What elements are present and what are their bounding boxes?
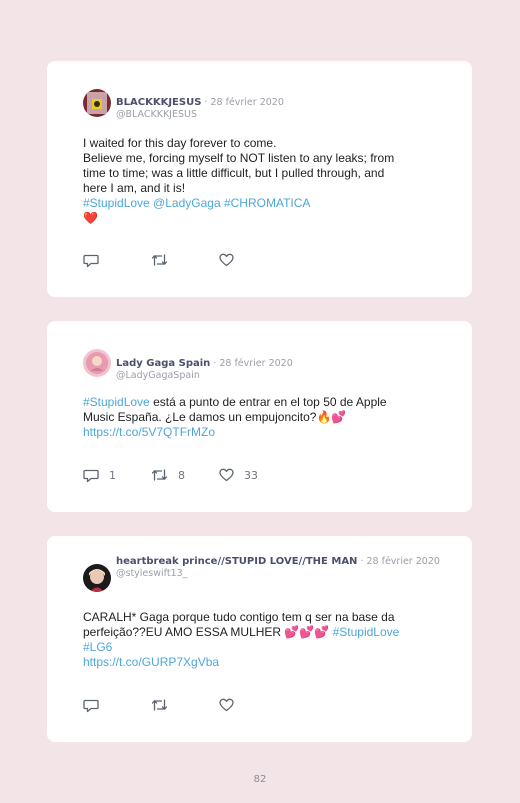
tweet-actions — [83, 697, 436, 713]
user-handle[interactable]: @BLACKKKJESUS — [116, 109, 442, 120]
display-name[interactable]: Lady Gaga Spain — [116, 358, 210, 369]
tweet-line: I waited for this day forever to come. — [83, 136, 277, 150]
tweet-card-1: BLACKKKJESUS · 28 février 2020 @BLACKKKJ… — [47, 61, 472, 297]
reply-icon — [83, 699, 99, 712]
avatar[interactable] — [83, 564, 111, 592]
reply-button[interactable] — [83, 253, 151, 268]
tweet-date[interactable]: · 28 février 2020 — [201, 97, 283, 108]
hashtag-link[interactable]: #StupidLove — [83, 395, 150, 409]
avatar[interactable] — [83, 349, 111, 377]
retweet-icon — [151, 254, 168, 266]
tweet-actions — [83, 252, 436, 268]
tweet-line: time to time; was a little difficult, bu… — [83, 166, 385, 180]
retweet-button[interactable]: 8 — [151, 468, 219, 482]
like-button[interactable] — [219, 253, 287, 267]
hashtag-link[interactable]: #LG6 — [83, 640, 444, 655]
tweet-line: CARALH* Gaga porque tudo contigo tem q s… — [83, 610, 395, 624]
tweet-text-segment: está a punto de entrar en el top 50 de A… — [149, 395, 387, 409]
retweet-button[interactable] — [151, 253, 219, 267]
tweet-header: Lady Gaga Spain · 28 février 2020 @LadyG… — [116, 351, 442, 381]
tweet-url[interactable]: https://t.co/5V7QTFrMZo — [83, 425, 444, 440]
like-count: 33 — [244, 468, 258, 482]
like-icon — [219, 468, 234, 482]
tweet-line: here I am, and it is! — [83, 181, 186, 195]
like-button[interactable]: 33 — [219, 468, 287, 482]
like-icon — [219, 698, 234, 712]
reply-count: 1 — [109, 468, 116, 482]
tweet-actions: 1 8 33 — [83, 467, 436, 483]
tweet-text-segment: perfeição??EU AMO ESSA MULHER 💕💕💕 — [83, 625, 333, 639]
tweet-line: #StupidLove está a punto de entrar en el… — [83, 395, 444, 410]
display-name[interactable]: BLACKKKJESUS — [116, 97, 201, 108]
heart-emoji: ❤️ — [83, 211, 98, 225]
tweet-header: BLACKKKJESUS · 28 février 2020 @BLACKKKJ… — [116, 90, 442, 120]
tweet-url[interactable]: https://t.co/GURP7XgVba — [83, 655, 444, 670]
tweet-text: #StupidLove está a punto de entrar en el… — [83, 395, 444, 440]
tweet-date[interactable]: · 28 février 2020 — [357, 556, 439, 567]
retweet-count: 8 — [178, 468, 185, 482]
display-name[interactable]: heartbreak prince//STUPID LOVE//THE MAN — [116, 556, 357, 567]
tweet-card-2: Lady Gaga Spain · 28 février 2020 @LadyG… — [47, 321, 472, 512]
tweet-text: CARALH* Gaga porque tudo contigo tem q s… — [83, 610, 444, 670]
user-handle[interactable]: @LadyGagaSpain — [116, 370, 442, 381]
like-icon — [219, 253, 234, 267]
tweet-date[interactable]: · 28 février 2020 — [210, 358, 292, 369]
reply-button[interactable] — [83, 698, 151, 713]
hashtag-link[interactable]: #StupidLove — [333, 625, 400, 639]
avatar[interactable] — [83, 89, 111, 117]
tweet-card-3: heartbreak prince//STUPID LOVE//THE MAN … — [47, 536, 472, 742]
hashtag-links[interactable]: #StupidLove @LadyGaga #CHROMATICA — [83, 196, 444, 211]
tweet-line: perfeição??EU AMO ESSA MULHER 💕💕💕 #Stupi… — [83, 625, 444, 640]
retweet-icon — [151, 699, 168, 711]
retweet-icon — [151, 469, 168, 481]
reply-icon — [83, 469, 99, 482]
tweet-line: Music España. ¿Le damos un empujoncito?🔥… — [83, 410, 347, 424]
tweet-line: Believe me, forcing myself to NOT listen… — [83, 151, 395, 165]
reply-icon — [83, 254, 99, 267]
reply-button[interactable]: 1 — [83, 468, 151, 483]
tweet-text: I waited for this day forever to come. B… — [83, 136, 444, 226]
user-handle[interactable]: @styleswift13_ — [116, 568, 442, 580]
like-button[interactable] — [219, 698, 287, 712]
retweet-button[interactable] — [151, 698, 219, 712]
page-number: 82 — [253, 774, 267, 785]
tweet-header: heartbreak prince//STUPID LOVE//THE MAN … — [116, 553, 442, 580]
